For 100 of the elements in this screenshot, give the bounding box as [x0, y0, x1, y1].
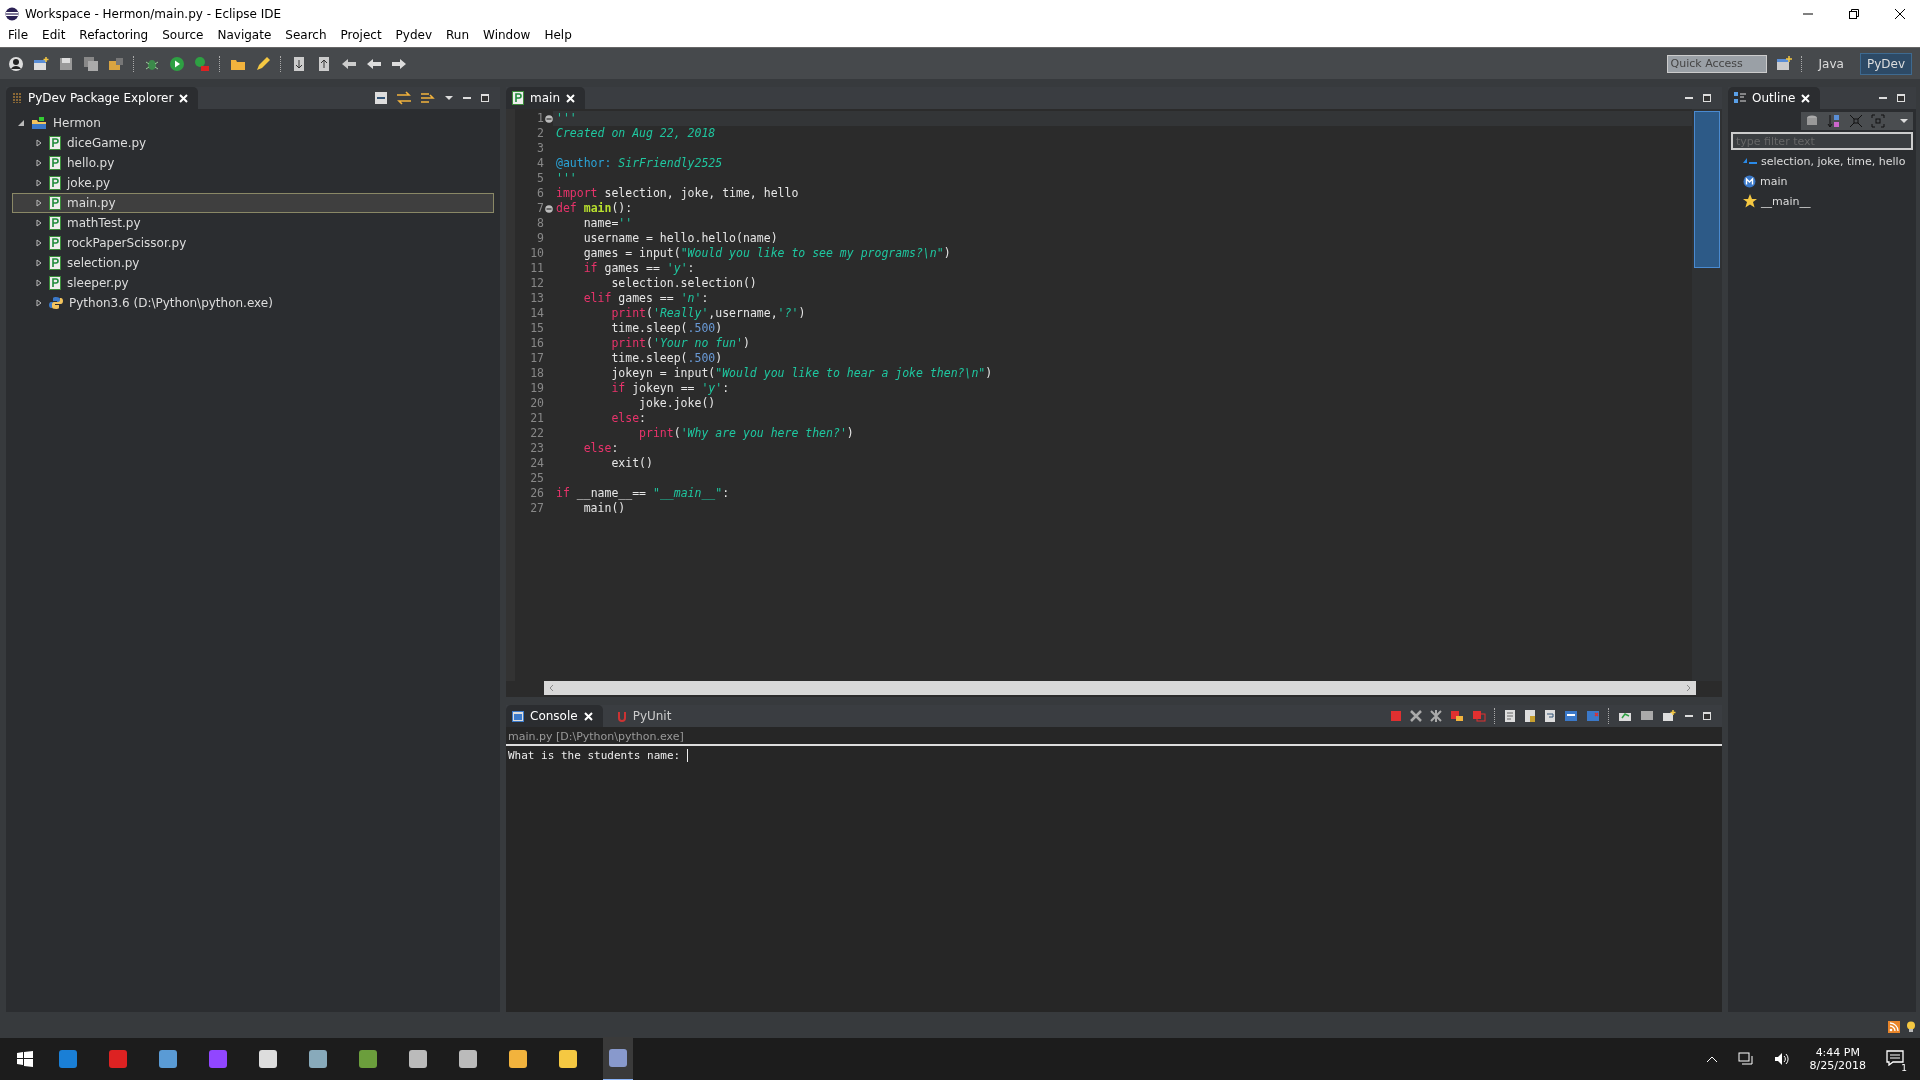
new-file-icon[interactable]: [33, 55, 49, 72]
code-line: exit(): [610, 456, 653, 470]
menu-item[interactable]: Window: [482, 28, 532, 42]
code-line: selection.selection(): [610, 276, 757, 290]
windows-start-icon[interactable]: [17, 1051, 33, 1067]
menu-item[interactable]: Project: [339, 28, 383, 42]
user-icon[interactable]: [8, 55, 24, 72]
run-config-icon[interactable]: [194, 55, 210, 72]
chevron-up-icon[interactable]: [1705, 1055, 1718, 1063]
collapse-all-icon[interactable]: [374, 91, 388, 105]
database-icon[interactable]: [1805, 114, 1819, 128]
menu-item[interactable]: Search: [284, 28, 328, 42]
show-error-icon[interactable]: [1586, 710, 1600, 722]
notification-icon[interactable]: [1886, 1049, 1904, 1066]
speaker-icon[interactable]: [1773, 1052, 1790, 1066]
console-tab[interactable]: PyUnit: [610, 705, 682, 727]
show-output-icon[interactable]: [1564, 710, 1578, 722]
open-perspective-icon[interactable]: [1775, 55, 1792, 72]
tree-item[interactable]: joke.py: [12, 173, 494, 193]
terminate-icon[interactable]: [1450, 710, 1464, 722]
editor-tab[interactable]: main: [506, 87, 585, 109]
clear-console-icon[interactable]: [1504, 709, 1516, 723]
scroll-lock-icon[interactable]: [1524, 709, 1536, 723]
clock-time[interactable]: 4:44 PM: [1815, 1046, 1860, 1059]
clock-date[interactable]: 8/25/2018: [1809, 1059, 1866, 1072]
display-console-icon[interactable]: [1640, 710, 1654, 722]
panel-tab[interactable]: Outline: [1728, 87, 1821, 109]
collapsed-arrow-icon[interactable]: [35, 259, 43, 267]
panel-tab[interactable]: PyDev Package Explorer: [6, 87, 199, 109]
menu-item[interactable]: Source: [161, 28, 205, 42]
dropdown-icon[interactable]: [1899, 116, 1909, 126]
collapsed-arrow-icon[interactable]: [35, 279, 43, 287]
restore-icon[interactable]: [1848, 7, 1860, 20]
line-number: 24: [530, 456, 544, 471]
maximize-icon[interactable]: [1702, 711, 1712, 721]
collapsed-arrow-icon[interactable]: [35, 159, 43, 167]
outline-label: main: [1760, 174, 1788, 188]
save-all-icon[interactable]: [83, 55, 99, 72]
menu-item[interactable]: Refactoring: [78, 28, 150, 42]
remove-all-icon[interactable]: [1430, 710, 1442, 722]
link-arrows-icon[interactable]: [396, 91, 412, 105]
pencil-icon[interactable]: [255, 55, 271, 72]
tree-item[interactable]: Hermon: [12, 113, 494, 133]
filter-arrow-icon[interactable]: [420, 91, 436, 105]
pin-console-icon[interactable]: [1618, 710, 1632, 722]
tree-item[interactable]: main.py: [12, 193, 494, 213]
quick-access-field[interactable]: Quick Access: [1666, 54, 1767, 73]
perspective-button[interactable]: Java: [1811, 52, 1851, 75]
code-line: else:: [610, 411, 647, 425]
close-icon[interactable]: [1894, 7, 1906, 20]
scrollbar-thumb[interactable]: [1694, 111, 1720, 268]
network-icon[interactable]: [1737, 1052, 1754, 1066]
line-number: 19: [530, 381, 544, 396]
menu-item[interactable]: Run: [445, 28, 471, 42]
tree-label: selection.py: [67, 256, 140, 270]
taskbar-app-icon[interactable]: [603, 1037, 633, 1080]
menu-item[interactable]: Navigate: [216, 28, 273, 42]
menu-item[interactable]: Help: [543, 28, 573, 42]
collapsed-arrow-icon[interactable]: [35, 239, 43, 247]
console-tab[interactable]: Console: [506, 705, 603, 727]
collapsed-arrow-icon[interactable]: [35, 219, 43, 227]
maximize-icon[interactable]: [480, 93, 490, 103]
menu-item[interactable]: File: [7, 28, 30, 42]
rss-icon[interactable]: [1888, 1021, 1900, 1033]
menu-item[interactable]: Pydev: [394, 28, 434, 42]
package-icon[interactable]: [108, 55, 124, 72]
collapsed-arrow-icon[interactable]: [35, 179, 43, 187]
tree-item[interactable]: hello.py: [12, 153, 494, 173]
tree-item[interactable]: selection.py: [12, 253, 494, 273]
lightbulb-icon[interactable]: [1906, 1021, 1916, 1033]
outline-item[interactable]: __main__: [1731, 192, 1913, 210]
menu-item[interactable]: Edit: [41, 28, 67, 42]
maximize-icon[interactable]: [1702, 93, 1712, 103]
run-icon[interactable]: [169, 55, 185, 72]
tree-item[interactable]: Python3.6 (D:\Python\python.exe): [12, 293, 494, 313]
expanded-arrow-icon[interactable]: [17, 119, 25, 127]
perspective-button[interactable]: PyDev: [1859, 52, 1912, 75]
tree-item[interactable]: diceGame.py: [12, 133, 494, 153]
remove-icon[interactable]: [1410, 710, 1422, 722]
annotation-up-icon[interactable]: [316, 55, 332, 72]
fold-icon[interactable]: [545, 204, 553, 213]
save-icon[interactable]: [58, 55, 74, 72]
word-wrap-icon[interactable]: [1544, 709, 1556, 723]
annotation-down-icon[interactable]: [291, 55, 307, 72]
collapsed-arrow-icon[interactable]: [35, 299, 43, 307]
maximize-icon[interactable]: [1896, 93, 1906, 103]
tree-item[interactable]: sleeper.py: [12, 273, 494, 293]
collapsed-arrow-icon[interactable]: [35, 199, 43, 207]
collapsed-arrow-icon[interactable]: [35, 139, 43, 147]
outline-item[interactable]: main: [1731, 172, 1913, 190]
outline-item[interactable]: selection, joke, time, hello: [1731, 152, 1913, 170]
new-console-icon[interactable]: [1662, 710, 1676, 722]
fold-icon[interactable]: [545, 114, 553, 123]
package-explorer-icon: [12, 92, 22, 104]
tree-item[interactable]: mathTest.py: [12, 213, 494, 233]
tree-item[interactable]: rockPaperScissor.py: [12, 233, 494, 253]
dropdown-icon[interactable]: [444, 93, 454, 103]
import-icon: [1743, 157, 1757, 165]
sort-icon[interactable]: [1827, 114, 1841, 128]
pyunit-icon: [616, 710, 627, 722]
